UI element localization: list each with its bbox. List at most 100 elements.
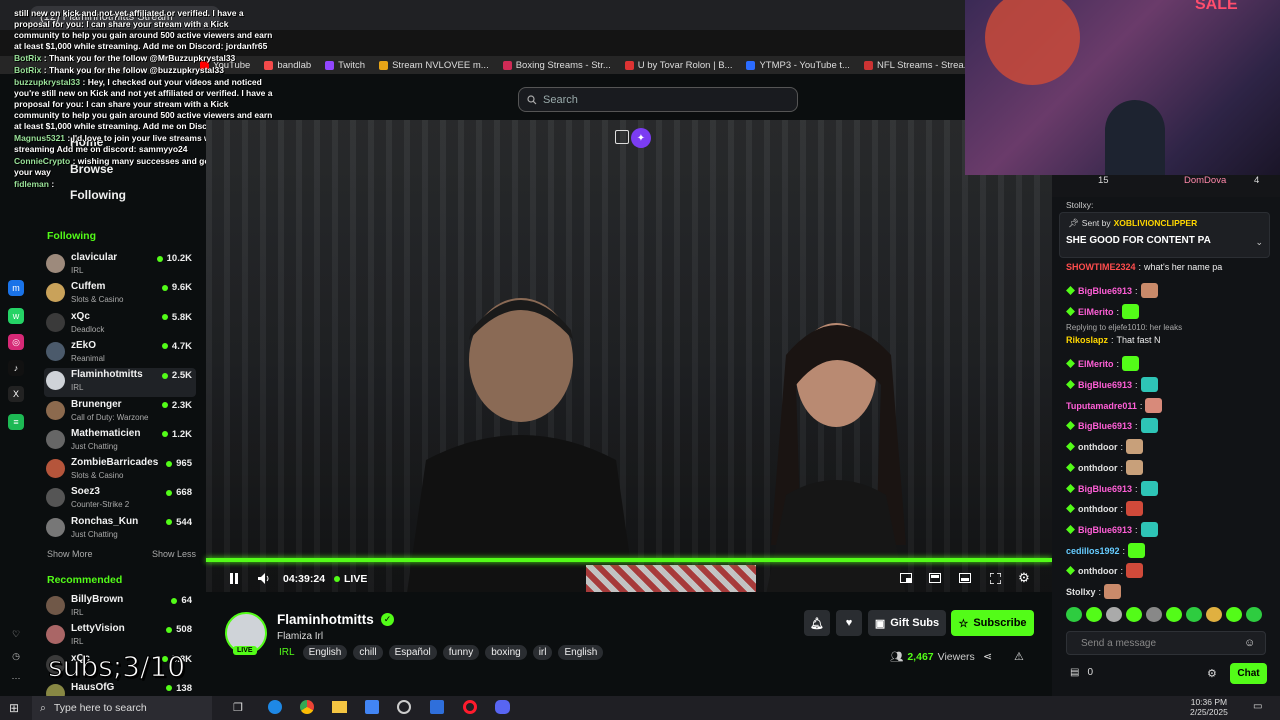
settings-icon[interactable]: ⚙ [1016, 570, 1032, 586]
category-link[interactable]: IRL [277, 645, 297, 660]
gift-subs-button[interactable]: ▣ Gift Subs [868, 610, 946, 636]
pip-icon[interactable] [898, 570, 914, 586]
emote-picker-icon[interactable] [1186, 607, 1202, 622]
sidebar-channel[interactable]: Brunenger Call of Duty: Warzone 2.3K [44, 398, 196, 427]
theater-icon[interactable] [927, 570, 943, 586]
chat-username[interactable]: SHOWTIME2324 [1066, 262, 1136, 272]
chat-username[interactable]: cedillos1992 [1066, 546, 1120, 556]
clock-icon[interactable]: ◷ [8, 648, 24, 664]
search-input[interactable]: Search [518, 87, 798, 112]
sidebar-channel[interactable]: Mathematicien Just Chatting 1.2K [44, 427, 196, 456]
chat-username[interactable]: BigBlue6913 [1078, 286, 1132, 296]
whatsapp-icon[interactable]: w [8, 308, 24, 324]
sidebar-channel[interactable]: clavicular IRL 10.2K [44, 251, 196, 280]
show-less-button[interactable]: Show Less [152, 549, 196, 559]
points-display[interactable]: ▤ 0 [1070, 667, 1093, 678]
chat-username[interactable]: Rikoslapz [1066, 335, 1108, 345]
chevron-down-icon[interactable]: ⌄ [1255, 237, 1263, 248]
share-icon[interactable]: ⋖ [983, 650, 992, 663]
tag-chip[interactable]: irl [532, 645, 553, 660]
obs-icon[interactable] [397, 700, 411, 714]
sidebar-channel[interactable]: ZombieBarricades Slots & Casino 965 [44, 456, 196, 485]
sidebar-channel[interactable]: BillyBrown IRL 64 [44, 593, 196, 622]
chat-input[interactable]: Send a message [1066, 631, 1266, 655]
bookmark-item[interactable]: Stream NVLOVEE m... [379, 60, 489, 71]
channel-name[interactable]: Flaminhotmitts [277, 612, 374, 627]
sidebar-channel[interactable]: zEkO Reanimal 4.7K [44, 339, 196, 368]
sidebar-channel[interactable]: Flaminhotmitts IRL 2.5K [44, 368, 196, 398]
sidebar-channel[interactable]: Ronchas_Kun Just Chatting 544 [44, 515, 196, 544]
chat-username[interactable]: onthdoor [1078, 504, 1118, 514]
chat-username[interactable]: ElMerito [1078, 359, 1114, 369]
minimize-icon[interactable] [957, 570, 973, 586]
edge-icon[interactable] [268, 700, 282, 714]
tag-chip[interactable]: English [558, 645, 604, 660]
x-icon[interactable]: X [8, 386, 24, 402]
tag-chip[interactable]: Español [388, 645, 437, 660]
emote-picker-icon[interactable] [1066, 607, 1082, 622]
subscribe-button[interactable]: ☆ Subscribe [951, 610, 1034, 636]
fullscreen-icon[interactable] [987, 570, 1003, 586]
heart-icon[interactable]: ♡ [8, 626, 24, 642]
sidebar-channel[interactable]: xQc Deadlock 5.8K [44, 310, 196, 339]
tag-chip[interactable]: funny [442, 645, 480, 660]
bookmark-item[interactable]: YTMP3 - YouTube t... [746, 60, 850, 71]
chat-username[interactable]: ElMerito [1078, 307, 1114, 317]
more-icon[interactable]: ⋯ [8, 670, 24, 686]
video-player[interactable]: ✦ [206, 120, 1052, 592]
chat-username[interactable]: onthdoor [1078, 566, 1118, 576]
sparkle-icon[interactable]: ✦ [631, 128, 651, 148]
clock[interactable]: 10:36 PM 2/25/2025 [1190, 697, 1228, 717]
spotify-icon[interactable]: ≡ [8, 414, 24, 430]
notification-bell-icon[interactable]: 🔔︎ [804, 610, 830, 636]
mail-icon[interactable] [430, 700, 444, 714]
taskbar-search[interactable]: ⌕ Type here to search [32, 696, 212, 720]
store-icon[interactable] [365, 700, 379, 714]
sidebar-channel[interactable]: Soez3 Counter-Strike 2 668 [44, 485, 196, 514]
bookmark-item[interactable]: U by Tovar Rolon | B... [624, 60, 732, 71]
chat-send-button[interactable]: Chat [1230, 663, 1267, 684]
progress-bar[interactable] [206, 558, 1052, 562]
emote-picker-icon[interactable] [1206, 607, 1222, 622]
file-explorer-icon[interactable] [332, 701, 347, 713]
chat-username[interactable]: BigBlue6913 [1078, 525, 1132, 535]
copy-icon[interactable] [615, 130, 629, 144]
instagram-icon[interactable]: ◎ [8, 334, 24, 350]
chat-username[interactable]: Stollxy [1066, 587, 1096, 597]
sidebar-channel[interactable]: LettyVision IRL 508 [44, 622, 196, 651]
volume-icon[interactable] [256, 570, 272, 586]
bookmark-item[interactable]: Twitch [325, 60, 365, 71]
chat-username[interactable]: BigBlue6913 [1078, 421, 1132, 431]
follow-heart-icon[interactable]: ♥ [836, 610, 862, 636]
opera-icon[interactable] [463, 700, 477, 714]
task-view-icon[interactable]: ❐ [233, 701, 243, 714]
chat-username[interactable]: onthdoor [1078, 463, 1118, 473]
emote-picker-icon[interactable] [1106, 607, 1122, 622]
emote-picker-icon[interactable] [1246, 607, 1262, 622]
emote-picker-icon[interactable] [1146, 607, 1162, 622]
discord-icon[interactable] [495, 700, 510, 714]
chat-username[interactable]: onthdoor [1078, 442, 1118, 452]
emote-picker-icon[interactable] [1226, 607, 1242, 622]
chrome-icon[interactable] [300, 700, 314, 714]
emote-picker-icon[interactable] [1126, 607, 1142, 622]
sidebar-channel[interactable]: Cuffem Slots & Casino 9.6K [44, 280, 196, 309]
notification-icon[interactable]: ▭ [1253, 701, 1262, 712]
emote-picker-icon[interactable] [1086, 607, 1102, 622]
bookmark-item[interactable]: NFL Streams - Strea... [863, 60, 965, 71]
messenger-icon[interactable]: m [8, 280, 24, 296]
show-more-button[interactable]: Show More [47, 549, 93, 559]
tag-chip[interactable]: boxing [485, 645, 527, 660]
bookmark-item[interactable]: Boxing Streams - Str... [502, 60, 611, 71]
report-icon[interactable]: ⚠ [1014, 650, 1024, 663]
chat-username[interactable]: Tuputamadre011 [1066, 401, 1137, 411]
pause-icon[interactable] [226, 570, 242, 586]
chat-username[interactable]: BigBlue6913 [1078, 484, 1132, 494]
chat-settings-icon[interactable]: ⚙ [1207, 667, 1217, 680]
tiktok-icon[interactable]: ♪ [8, 360, 24, 376]
windows-start-icon[interactable]: ⊞ [9, 701, 19, 715]
emoji-icon[interactable]: ☺ [1244, 637, 1255, 649]
tag-chip[interactable]: chill [353, 645, 383, 660]
chat-username[interactable]: BigBlue6913 [1078, 380, 1132, 390]
tag-chip[interactable]: English [302, 645, 348, 660]
